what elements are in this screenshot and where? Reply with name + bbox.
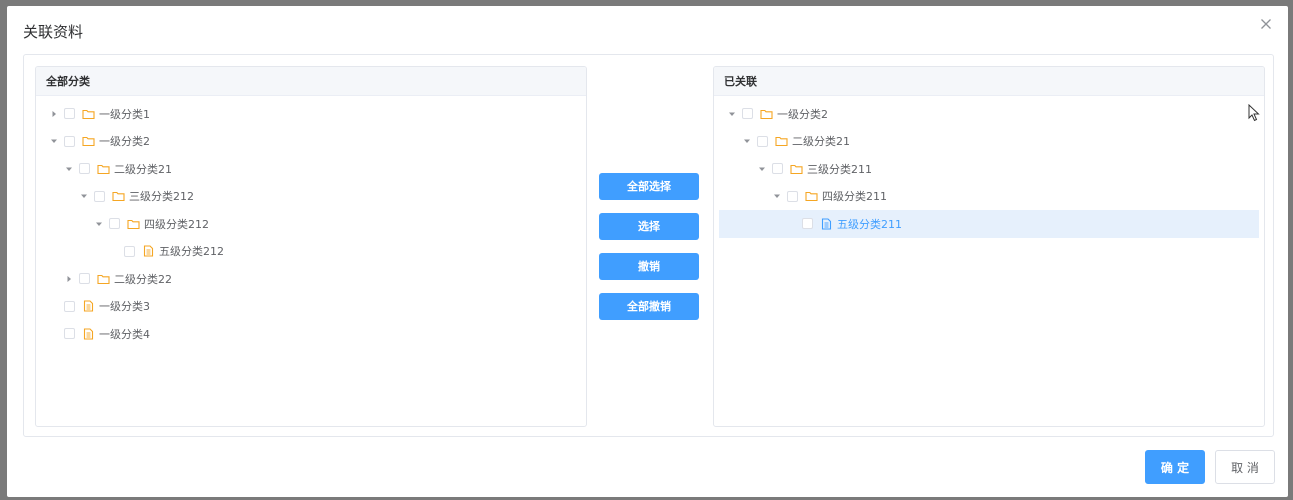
tree-node-checkbox[interactable] [64, 108, 75, 120]
tree-node[interactable]: 一级分类4 [36, 320, 586, 348]
tree-node-checkbox[interactable] [787, 190, 798, 202]
tree-arrow-placeholder [48, 300, 60, 312]
associate-dialog: 关联资料 全部分类 一级分类1 一级分类2 二级分类21 三级分类212 四级分类212… [7, 6, 1288, 497]
associated-header: 已关联 [714, 67, 1264, 96]
tree-node[interactable]: 五级分类211 [719, 210, 1259, 238]
tree-node-checkbox[interactable] [64, 300, 75, 312]
tree-arrow-placeholder [108, 245, 120, 257]
tree-arrow-placeholder [48, 328, 60, 340]
cancel-button[interactable]: 取 消 [1215, 450, 1275, 484]
caret-right-icon[interactable] [48, 108, 60, 120]
tree-node-label: 二级分类21 [792, 135, 850, 149]
folder-icon [775, 137, 788, 147]
folder-icon [97, 274, 110, 284]
tree-node-label: 四级分类212 [144, 217, 209, 231]
tree-node[interactable]: 一级分类3 [36, 293, 586, 321]
tree-node[interactable]: 二级分类21 [714, 128, 1264, 156]
confirm-button[interactable]: 确 定 [1145, 450, 1205, 484]
caret-down-icon[interactable] [756, 163, 768, 175]
document-icon [143, 245, 154, 257]
transfer-buttons: 全部选择 选择 撤销 全部撤销 [599, 173, 699, 333]
folder-icon [790, 164, 803, 174]
tree-node-checkbox[interactable] [124, 245, 135, 257]
tree-node-label: 五级分类212 [159, 245, 224, 259]
all-categories-panel: 全部分类 一级分类1 一级分类2 二级分类21 三级分类212 四级分类212 五级分类2… [35, 66, 587, 427]
mouse-cursor-icon [1248, 104, 1260, 122]
folder-icon [82, 137, 95, 147]
tree-node[interactable]: 二级分类22 [36, 265, 586, 293]
tree-node-checkbox[interactable] [94, 190, 105, 202]
tree-node-checkbox[interactable] [79, 273, 90, 285]
tree-node-checkbox[interactable] [802, 218, 813, 230]
folder-icon [82, 109, 95, 119]
tree-arrow-placeholder [786, 218, 798, 230]
tree-node-label: 三级分类211 [807, 162, 872, 176]
tree-node-checkbox[interactable] [79, 163, 90, 175]
document-icon [83, 300, 94, 312]
caret-right-icon[interactable] [63, 273, 75, 285]
tree-node[interactable]: 一级分类2 [36, 128, 586, 156]
dialog-body: 全部分类 一级分类1 一级分类2 二级分类21 三级分类212 四级分类212 五级分类2… [23, 54, 1274, 437]
document-icon [83, 328, 94, 340]
tree-node[interactable]: 一级分类2 [714, 100, 1264, 128]
close-icon[interactable] [1258, 16, 1274, 32]
tree-node[interactable]: 三级分类211 [714, 155, 1264, 183]
tree-node-label: 一级分类2 [777, 107, 828, 121]
folder-icon [805, 192, 818, 202]
tree-node-label: 二级分类21 [114, 162, 172, 176]
tree-node-label: 一级分类3 [99, 300, 150, 314]
tree-node-label: 一级分类2 [99, 135, 150, 149]
tree-node-checkbox[interactable] [64, 135, 75, 147]
folder-icon [112, 192, 125, 202]
tree-node[interactable]: 四级分类211 [714, 183, 1264, 211]
tree-node-label: 三级分类212 [129, 190, 194, 204]
tree-node-checkbox[interactable] [64, 328, 75, 340]
tree-node-checkbox[interactable] [772, 163, 783, 175]
tree-node-checkbox[interactable] [757, 135, 768, 147]
caret-down-icon[interactable] [741, 135, 753, 147]
document-icon [821, 218, 832, 230]
tree-node-label: 一级分类4 [99, 327, 150, 341]
folder-icon [760, 109, 773, 119]
tree-node-checkbox[interactable] [742, 108, 753, 120]
tree-node-label: 二级分类22 [114, 272, 172, 286]
caret-down-icon[interactable] [48, 135, 60, 147]
caret-down-icon[interactable] [63, 163, 75, 175]
tree-node-label: 五级分类211 [837, 217, 902, 231]
tree-node-checkbox[interactable] [109, 218, 120, 230]
folder-icon [127, 219, 140, 229]
caret-down-icon[interactable] [726, 108, 738, 120]
revoke-all-button[interactable]: 全部撤销 [599, 293, 699, 320]
folder-icon [97, 164, 110, 174]
all-categories-header: 全部分类 [36, 67, 586, 96]
revoke-button[interactable]: 撤销 [599, 253, 699, 280]
tree-node[interactable]: 三级分类212 [36, 183, 586, 211]
tree-node[interactable]: 一级分类1 [36, 100, 586, 128]
all-categories-tree: 一级分类1 一级分类2 二级分类21 三级分类212 四级分类212 五级分类212 二级分… [36, 96, 586, 348]
tree-node[interactable]: 四级分类212 [36, 210, 586, 238]
caret-down-icon[interactable] [771, 190, 783, 202]
select-all-button[interactable]: 全部选择 [599, 173, 699, 200]
associated-tree: 一级分类2 二级分类21 三级分类211 四级分类211 五级分类211 [714, 96, 1264, 238]
tree-node[interactable]: 五级分类212 [36, 238, 586, 266]
tree-node[interactable]: 二级分类21 [36, 155, 586, 183]
tree-node-label: 四级分类211 [822, 190, 887, 204]
select-button[interactable]: 选择 [599, 213, 699, 240]
tree-node-label: 一级分类1 [99, 107, 150, 121]
caret-down-icon[interactable] [78, 190, 90, 202]
caret-down-icon[interactable] [93, 218, 105, 230]
dialog-title: 关联资料 [23, 23, 84, 41]
associated-panel: 已关联 一级分类2 二级分类21 三级分类211 四级分类211 五级分类211 [713, 66, 1265, 427]
